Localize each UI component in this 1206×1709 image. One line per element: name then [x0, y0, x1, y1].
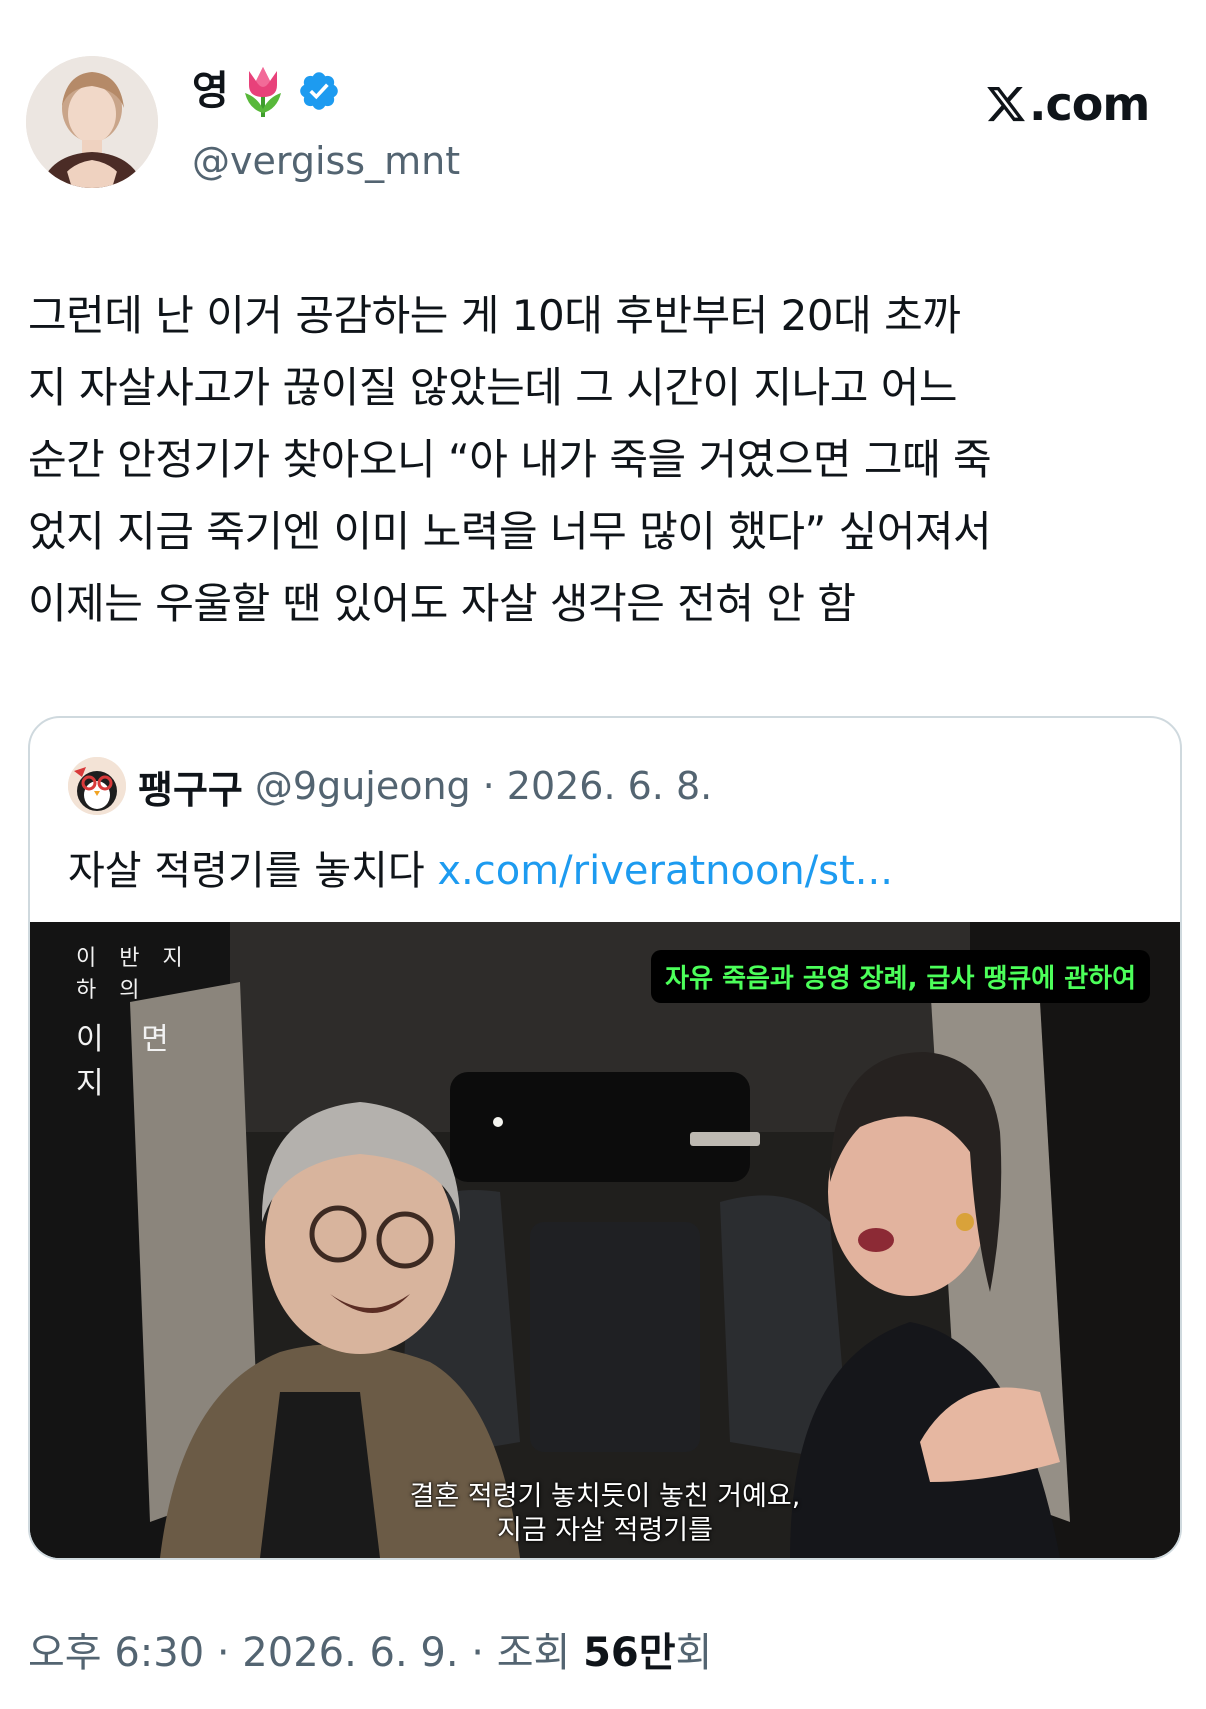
brand-label: .com: [1029, 77, 1150, 131]
quoted-avatar[interactable]: [68, 757, 126, 815]
subtitle-line: 결혼 적령기 놓치듯이 놓친 거예요,: [409, 1481, 801, 1512]
views-label: 조회: [496, 1630, 584, 1676]
verified-badge-icon: [297, 69, 341, 113]
subtitle-line: 지금 자살 적령기를: [497, 1515, 713, 1546]
meta-separator: ·: [458, 1630, 497, 1676]
quoted-date[interactable]: 2026. 6. 8.: [507, 764, 712, 808]
author-name-row: 영: [192, 63, 341, 119]
x-logo-icon: [987, 86, 1025, 122]
tweet-text-line: 었지 지금 죽기엔 이미 노력을 너무 많이 했다” 싶어져서: [28, 507, 992, 556]
tweet-date[interactable]: 2026. 6. 9.: [242, 1630, 458, 1676]
tweet-text-line: 이제는 우울할 땐 있어도 자살 생각은 전혀 안 함: [28, 579, 856, 628]
tulip-icon: [239, 63, 287, 119]
quoted-link[interactable]: x.com/riveratnoon/st...: [437, 848, 893, 894]
tweet-text-line: 지 자살사고가 끊이질 않았는데 그 시간이 지나고 어느: [28, 363, 958, 412]
topic-caption: 자유 죽음과 공영 장례, 급사 땡큐에 관하여: [651, 950, 1150, 1003]
show-title-bottom: 이 면 지: [76, 1022, 183, 1101]
tweet-text-line: 순간 안정기가 찾아오니 “아 내가 죽을 거였으면 그때 죽: [28, 435, 992, 484]
tweet-text-line: 그런데 난 이거 공감하는 게 10대 후반부터 20대 초까: [28, 291, 961, 340]
author-handle[interactable]: @vergiss_mnt: [192, 136, 460, 186]
quoted-text: 자살 적령기를 놓치다 x.com/riveratnoon/st...: [68, 838, 893, 896]
quoted-handle[interactable]: @9gujeong: [255, 764, 471, 808]
video-subtitle: 결혼 적령기 놓치듯이 놓친 거예요, 지금 자살 적령기를: [30, 1480, 1180, 1548]
quoted-tweet-card[interactable]: 팽구구 @9gujeong · 2026. 6. 8. 자살 적령기를 놓치다 …: [28, 716, 1182, 1560]
video-thumbnail[interactable]: 이 반 지 하 의 이 면 지 자유 죽음과 공영 장례, 급사 땡큐에 관하여…: [30, 922, 1180, 1558]
quoted-separator: ·: [482, 764, 495, 808]
brand-logo: .com: [985, 76, 1150, 132]
views-count: 56만: [583, 1630, 676, 1676]
author-avatar[interactable]: [26, 56, 158, 188]
views-suffix: 회: [675, 1630, 713, 1676]
tweet-meta: 오후 6:30 · 2026. 6. 9. · 조회 56만회: [28, 1620, 712, 1678]
tweet-text: 그런데 난 이거 공감하는 게 10대 후반부터 20대 초까 지 자살사고가 …: [28, 280, 1188, 640]
show-title-top: 이 반 지 하 의: [76, 946, 191, 1003]
quoted-display-name[interactable]: 팽구구: [138, 759, 243, 814]
meta-separator: ·: [204, 1630, 243, 1676]
author-display-name[interactable]: 영: [192, 66, 229, 116]
tweet-time[interactable]: 오후 6:30: [28, 1630, 204, 1676]
show-title: 이 반 지 하 의 이 면 지: [76, 940, 226, 1102]
quoted-text-body: 자살 적령기를 놓치다: [68, 848, 438, 894]
quoted-header: 팽구구 @9gujeong · 2026. 6. 8.: [68, 756, 712, 816]
